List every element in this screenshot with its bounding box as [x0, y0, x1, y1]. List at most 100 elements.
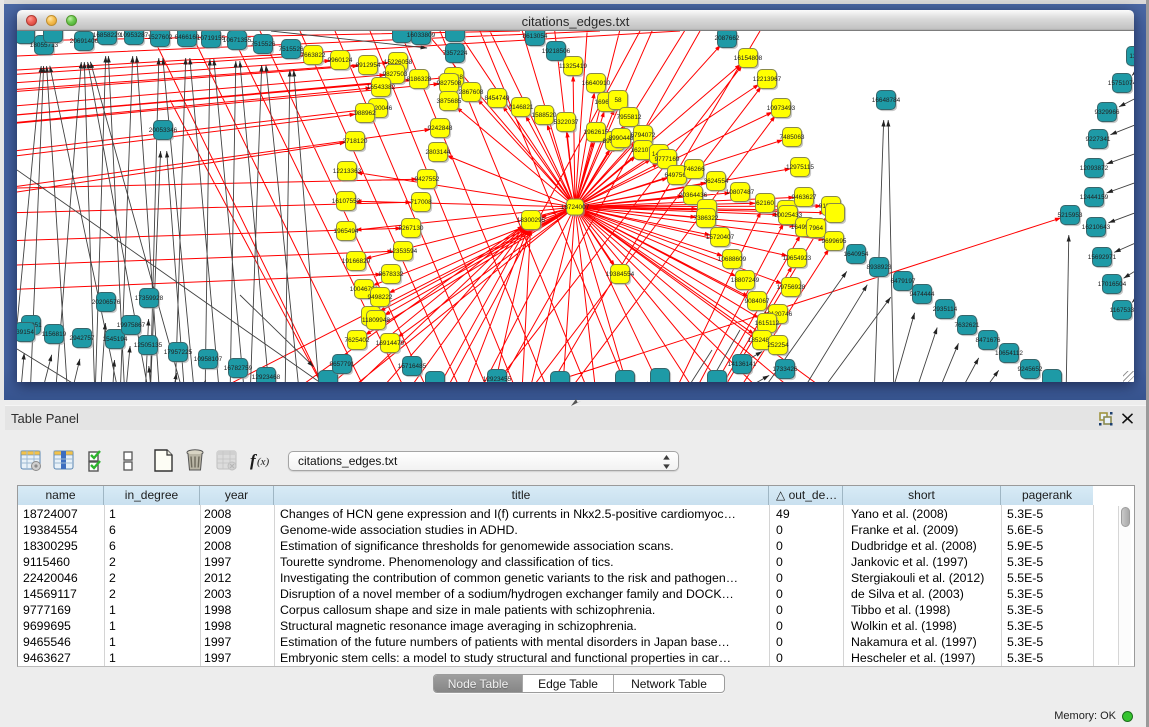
svg-text:15692971: 15692971 — [1088, 254, 1117, 261]
svg-text:9474444: 9474444 — [910, 291, 935, 298]
svg-text:3875685: 3875685 — [437, 98, 462, 105]
svg-text:17957225: 17957225 — [164, 349, 193, 356]
svg-text:8471676: 8471676 — [976, 337, 1001, 344]
svg-text:7964: 7964 — [809, 225, 824, 232]
svg-text:1640954: 1640954 — [844, 251, 869, 258]
svg-text:16210643: 16210643 — [1082, 224, 1111, 231]
svg-text:16033809: 16033809 — [407, 32, 436, 39]
svg-text:16154808: 16154808 — [734, 55, 763, 62]
svg-text:15720407: 15720407 — [706, 234, 735, 241]
svg-text:2803144: 2803144 — [426, 149, 451, 156]
svg-text:(x): (x) — [257, 456, 270, 468]
svg-text:62160: 62160 — [756, 200, 774, 207]
svg-text:7515526: 7515526 — [251, 41, 276, 48]
svg-text:19975867: 19975867 — [117, 322, 146, 329]
svg-text:15751074: 15751074 — [1108, 80, 1134, 87]
svg-text:20206576: 20206576 — [92, 299, 121, 306]
svg-text:39154: 39154 — [17, 329, 34, 336]
svg-text:9329966: 9329966 — [1095, 109, 1120, 116]
svg-text:717008: 717008 — [410, 199, 432, 206]
svg-text:6479197: 6479197 — [891, 278, 916, 285]
svg-text:20364436: 20364436 — [679, 192, 708, 199]
svg-text:58: 58 — [614, 97, 622, 104]
svg-text:19654923: 19654923 — [783, 255, 812, 262]
svg-text:8454749: 8454749 — [485, 95, 510, 102]
svg-text:9427552: 9427552 — [415, 176, 440, 183]
svg-text:12213363: 12213363 — [333, 168, 362, 175]
svg-text:15716485: 15716485 — [398, 363, 427, 370]
svg-text:9827508: 9827508 — [437, 80, 462, 87]
svg-text:11325419: 11325419 — [559, 63, 587, 70]
svg-text:9084067: 9084067 — [745, 298, 770, 305]
svg-text:2942757: 2942757 — [70, 335, 95, 342]
svg-text:10807487: 10807487 — [726, 189, 755, 196]
svg-text:7625402: 7625402 — [345, 337, 370, 344]
svg-text:12093872: 12093872 — [1080, 165, 1109, 172]
svg-text:12923455: 12923455 — [483, 376, 512, 382]
svg-text:252254: 252254 — [767, 342, 789, 349]
svg-text:9245652: 9245652 — [1018, 366, 1043, 373]
svg-text:16107552: 16107552 — [332, 198, 361, 205]
svg-text:9960124: 9960124 — [328, 57, 353, 64]
svg-text:16543382: 16543382 — [367, 84, 396, 91]
svg-text:10671355: 10671355 — [223, 37, 252, 44]
svg-text:19218506: 19218506 — [542, 48, 571, 55]
svg-text:7386322: 7386322 — [694, 215, 719, 222]
svg-text:12975115: 12975115 — [786, 164, 814, 171]
svg-text:9777169: 9777169 — [655, 156, 680, 163]
svg-text:7663822: 7663822 — [301, 52, 326, 59]
svg-text:1545194: 1545194 — [103, 336, 128, 343]
svg-text:10953287: 10953287 — [120, 32, 149, 39]
svg-text:8938923: 8938923 — [867, 264, 892, 271]
svg-text:9498222: 9498222 — [368, 294, 393, 301]
svg-text:10973493: 10973493 — [767, 105, 796, 112]
svg-text:17016504: 17016504 — [1098, 281, 1127, 288]
svg-text:12505135: 12505135 — [134, 342, 163, 349]
svg-text:16648784: 16648784 — [872, 97, 901, 104]
svg-text:12353594: 12353594 — [389, 248, 418, 255]
svg-text:8186328: 8186328 — [407, 76, 432, 83]
svg-text:10654112: 10654112 — [995, 350, 1023, 357]
svg-text:2935114: 2935114 — [933, 306, 958, 313]
svg-text:9657791: 9657791 — [330, 361, 355, 368]
svg-text:9242848: 9242848 — [428, 125, 453, 132]
svg-text:12444159: 12444159 — [1080, 194, 1109, 201]
svg-text:1965494: 1965494 — [334, 228, 359, 235]
svg-text:6794072: 6794072 — [631, 132, 656, 139]
svg-text:2718120: 2718120 — [343, 138, 368, 145]
svg-text:8613054: 8613054 — [523, 33, 548, 40]
svg-text:7357224: 7357224 — [443, 50, 468, 57]
svg-text:20691406: 20691406 — [70, 38, 99, 45]
svg-text:18807249: 18807249 — [731, 277, 760, 284]
svg-text:16858229: 16858229 — [93, 32, 122, 39]
svg-text:8678332: 8678332 — [379, 271, 404, 278]
svg-text:1167533: 1167533 — [1110, 307, 1134, 314]
svg-text:1112: 1112 — [1129, 53, 1134, 60]
svg-text:19756928: 19756928 — [777, 284, 806, 291]
svg-text:12213967: 12213967 — [753, 76, 782, 83]
svg-text:1588520: 1588520 — [532, 112, 557, 119]
svg-text:1615112: 1615112 — [755, 320, 780, 327]
svg-text:9699695: 9699695 — [822, 238, 847, 245]
svg-text:9227341: 9227341 — [1086, 136, 1111, 143]
svg-text:16782759: 16782759 — [224, 365, 253, 372]
svg-text:18300295: 18300295 — [517, 217, 546, 224]
svg-text:12923468: 12923468 — [252, 374, 281, 381]
svg-text:10719155: 10719155 — [197, 35, 226, 42]
svg-text:19384554: 19384554 — [606, 271, 635, 278]
svg-text:988962: 988962 — [354, 110, 376, 117]
svg-text:14136141: 14136141 — [728, 361, 757, 368]
svg-text:1733426: 1733426 — [773, 366, 798, 373]
svg-text:18724007: 18724007 — [561, 204, 590, 211]
svg-text:7485063: 7485063 — [780, 134, 805, 141]
svg-text:19166829: 19166829 — [342, 258, 371, 265]
svg-text:16914479: 16914479 — [376, 340, 405, 347]
svg-text:9146821: 9146821 — [509, 104, 534, 111]
svg-text:10688609: 10688609 — [718, 256, 747, 263]
svg-text:8267130: 8267130 — [399, 225, 424, 232]
svg-text:7955812: 7955812 — [617, 114, 642, 121]
svg-text:9463627: 9463627 — [792, 194, 817, 201]
svg-text:2867608: 2867608 — [459, 89, 484, 96]
svg-text:5215953: 5215953 — [1058, 212, 1083, 219]
svg-text:1156819: 1156819 — [42, 331, 67, 338]
